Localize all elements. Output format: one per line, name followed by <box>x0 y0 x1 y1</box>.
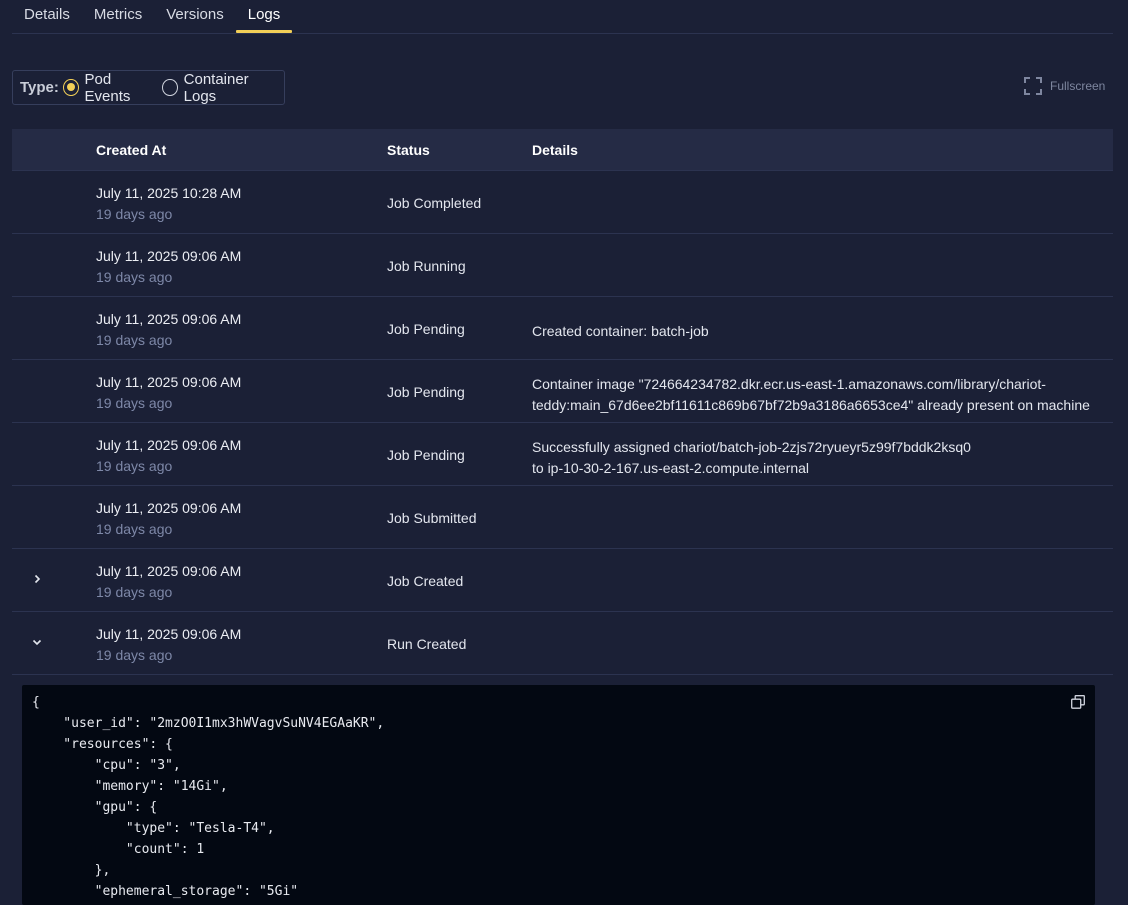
table-row[interactable]: July 11, 2025 09:06 AM 19 days ago Job Cre… <box>12 549 1113 612</box>
tab-metrics[interactable]: Metrics <box>82 0 154 33</box>
tab-versions[interactable]: Versions <box>154 0 236 33</box>
status-cell: Job Running <box>387 258 466 274</box>
json-code-block: { "user_id": "2mzO0I1mx3hWVagvSuNV4EGAaK… <box>22 685 1095 905</box>
details-cell: Container image "724664234782.dkr.ecr.us… <box>532 374 1090 416</box>
radio-container-logs[interactable]: Container Logs <box>162 71 276 105</box>
table-row: July 11, 2025 09:06 AM 19 days ago Job Sub… <box>12 486 1113 549</box>
created-at-relative: 19 days ago <box>96 269 173 285</box>
details-cell: Successfully assigned chariot/batch-job-… <box>532 437 971 479</box>
details-line: teddy:main_67d6ee2bf11611c869b67bf72b9a3… <box>532 397 1090 413</box>
copy-icon[interactable] <box>1071 695 1085 709</box>
table-row[interactable]: July 11, 2025 09:06 AM 19 days ago Run Cre… <box>12 612 1113 675</box>
created-at-date: July 11, 2025 09:06 AM <box>96 374 242 390</box>
status-cell: Job Created <box>387 573 464 589</box>
table-row: July 11, 2025 09:06 AM 19 days ago Job Run… <box>12 234 1113 297</box>
tab-bar: Details Metrics Versions Logs <box>12 0 1113 34</box>
radio-pod-events[interactable]: Pod Events <box>62 70 154 105</box>
radio-container-logs-label: Container Logs <box>183 70 249 105</box>
created-at-relative: 19 days ago <box>96 395 173 411</box>
details-line: Container image "724664234782.dkr.ecr.us… <box>532 376 1046 392</box>
created-at-date: July 11, 2025 09:06 AM <box>96 311 242 327</box>
table-row: July 11, 2025 10:28 AM 19 days ago Job Com… <box>12 171 1113 234</box>
tab-details[interactable]: Details <box>12 0 82 33</box>
details-line: to ip-10-30-2-167.us-east-2.compute.inte… <box>532 460 810 476</box>
type-filter: Type: Pod Events Container Logs <box>12 70 285 105</box>
radio-pod-events-label: Pod Events <box>84 70 131 105</box>
created-at-date: July 11, 2025 09:06 AM <box>96 563 242 579</box>
created-at-date: July 11, 2025 09:06 AM <box>96 500 242 516</box>
type-filter-label: Type: <box>20 79 59 96</box>
status-cell: Job Pending <box>387 447 465 463</box>
created-at-date: July 11, 2025 09:06 AM <box>96 626 242 642</box>
fullscreen-icon <box>1024 77 1042 95</box>
radio-container-logs-indicator[interactable] <box>162 79 178 96</box>
created-at-date: July 11, 2025 10:28 AM <box>96 185 242 201</box>
radio-pod-events-indicator[interactable] <box>62 79 79 96</box>
details-line: Created container: batch-job <box>532 323 709 339</box>
created-at-relative: 19 days ago <box>96 206 173 222</box>
table-header: Created At Status Details <box>12 129 1113 171</box>
status-cell: Job Pending <box>387 321 465 337</box>
created-at-relative: 19 days ago <box>96 521 173 537</box>
tab-logs[interactable]: Logs <box>235 0 293 33</box>
column-created-at[interactable]: Created At <box>96 142 166 158</box>
created-at-relative: 19 days ago <box>96 584 173 600</box>
table-row: July 11, 2025 09:06 AM 19 days ago Job Pen… <box>12 423 1113 486</box>
chevron-right-icon[interactable] <box>30 572 44 586</box>
column-status[interactable]: Status <box>387 142 430 158</box>
status-cell: Run Created <box>387 636 467 652</box>
created-at-relative: 19 days ago <box>96 332 173 348</box>
details-line: Successfully assigned chariot/batch-job-… <box>532 439 971 455</box>
fullscreen-label: Fullscreen <box>1050 79 1106 93</box>
status-cell: Job Completed <box>387 195 482 211</box>
fullscreen-button[interactable]: Fullscreen <box>1024 77 1105 95</box>
table-row: July 11, 2025 09:06 AM 19 days ago Job Pen… <box>12 360 1113 423</box>
created-at-date: July 11, 2025 09:06 AM <box>96 248 242 264</box>
table-row: July 11, 2025 09:06 AM 19 days ago Job Pen… <box>12 297 1113 360</box>
created-at-relative: 19 days ago <box>96 647 173 663</box>
status-cell: Job Submitted <box>387 510 477 526</box>
created-at-relative: 19 days ago <box>96 458 173 474</box>
chevron-down-icon[interactable] <box>30 635 44 649</box>
column-details[interactable]: Details <box>532 142 578 158</box>
status-cell: Job Pending <box>387 384 465 400</box>
details-cell: Created container: batch-job <box>532 321 709 342</box>
created-at-date: July 11, 2025 09:06 AM <box>96 437 242 453</box>
